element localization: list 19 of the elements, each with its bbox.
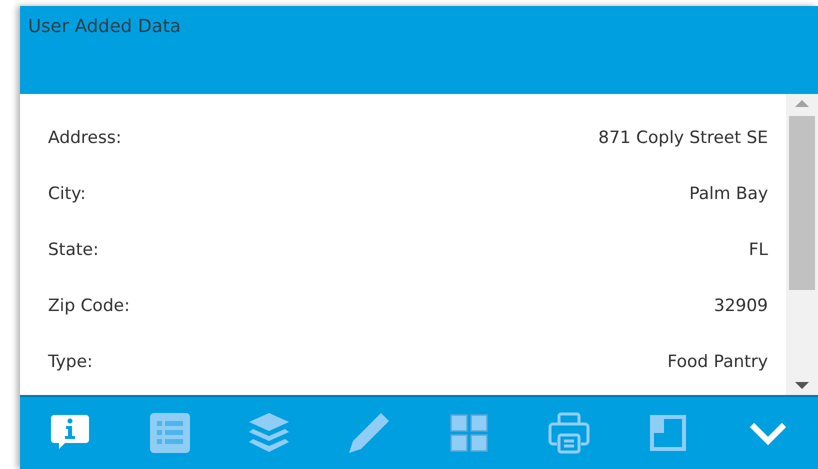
- scroll-down-icon[interactable]: [795, 381, 809, 391]
- field-value: 871 Coply Street SE: [598, 128, 768, 148]
- table-icon: [148, 411, 192, 455]
- field-label: Address:: [48, 128, 122, 148]
- field-label: City:: [48, 184, 86, 204]
- layers-icon: [247, 411, 292, 455]
- scroll-thumb[interactable]: [789, 116, 815, 290]
- scroll-up-icon[interactable]: [795, 98, 809, 108]
- panel-title: User Added Data: [28, 16, 181, 37]
- field-value: Palm Bay: [689, 184, 768, 204]
- field-label: State:: [48, 240, 99, 260]
- pencil-icon: [347, 411, 392, 455]
- print-icon: [546, 411, 591, 455]
- field-label: Zip Code:: [48, 296, 130, 316]
- scrollbar[interactable]: [786, 94, 818, 395]
- field-value: FL: [748, 240, 768, 260]
- field-label: Type:: [48, 352, 93, 372]
- field-value: 32909: [714, 296, 768, 316]
- field-value: Food Pantry: [667, 352, 768, 372]
